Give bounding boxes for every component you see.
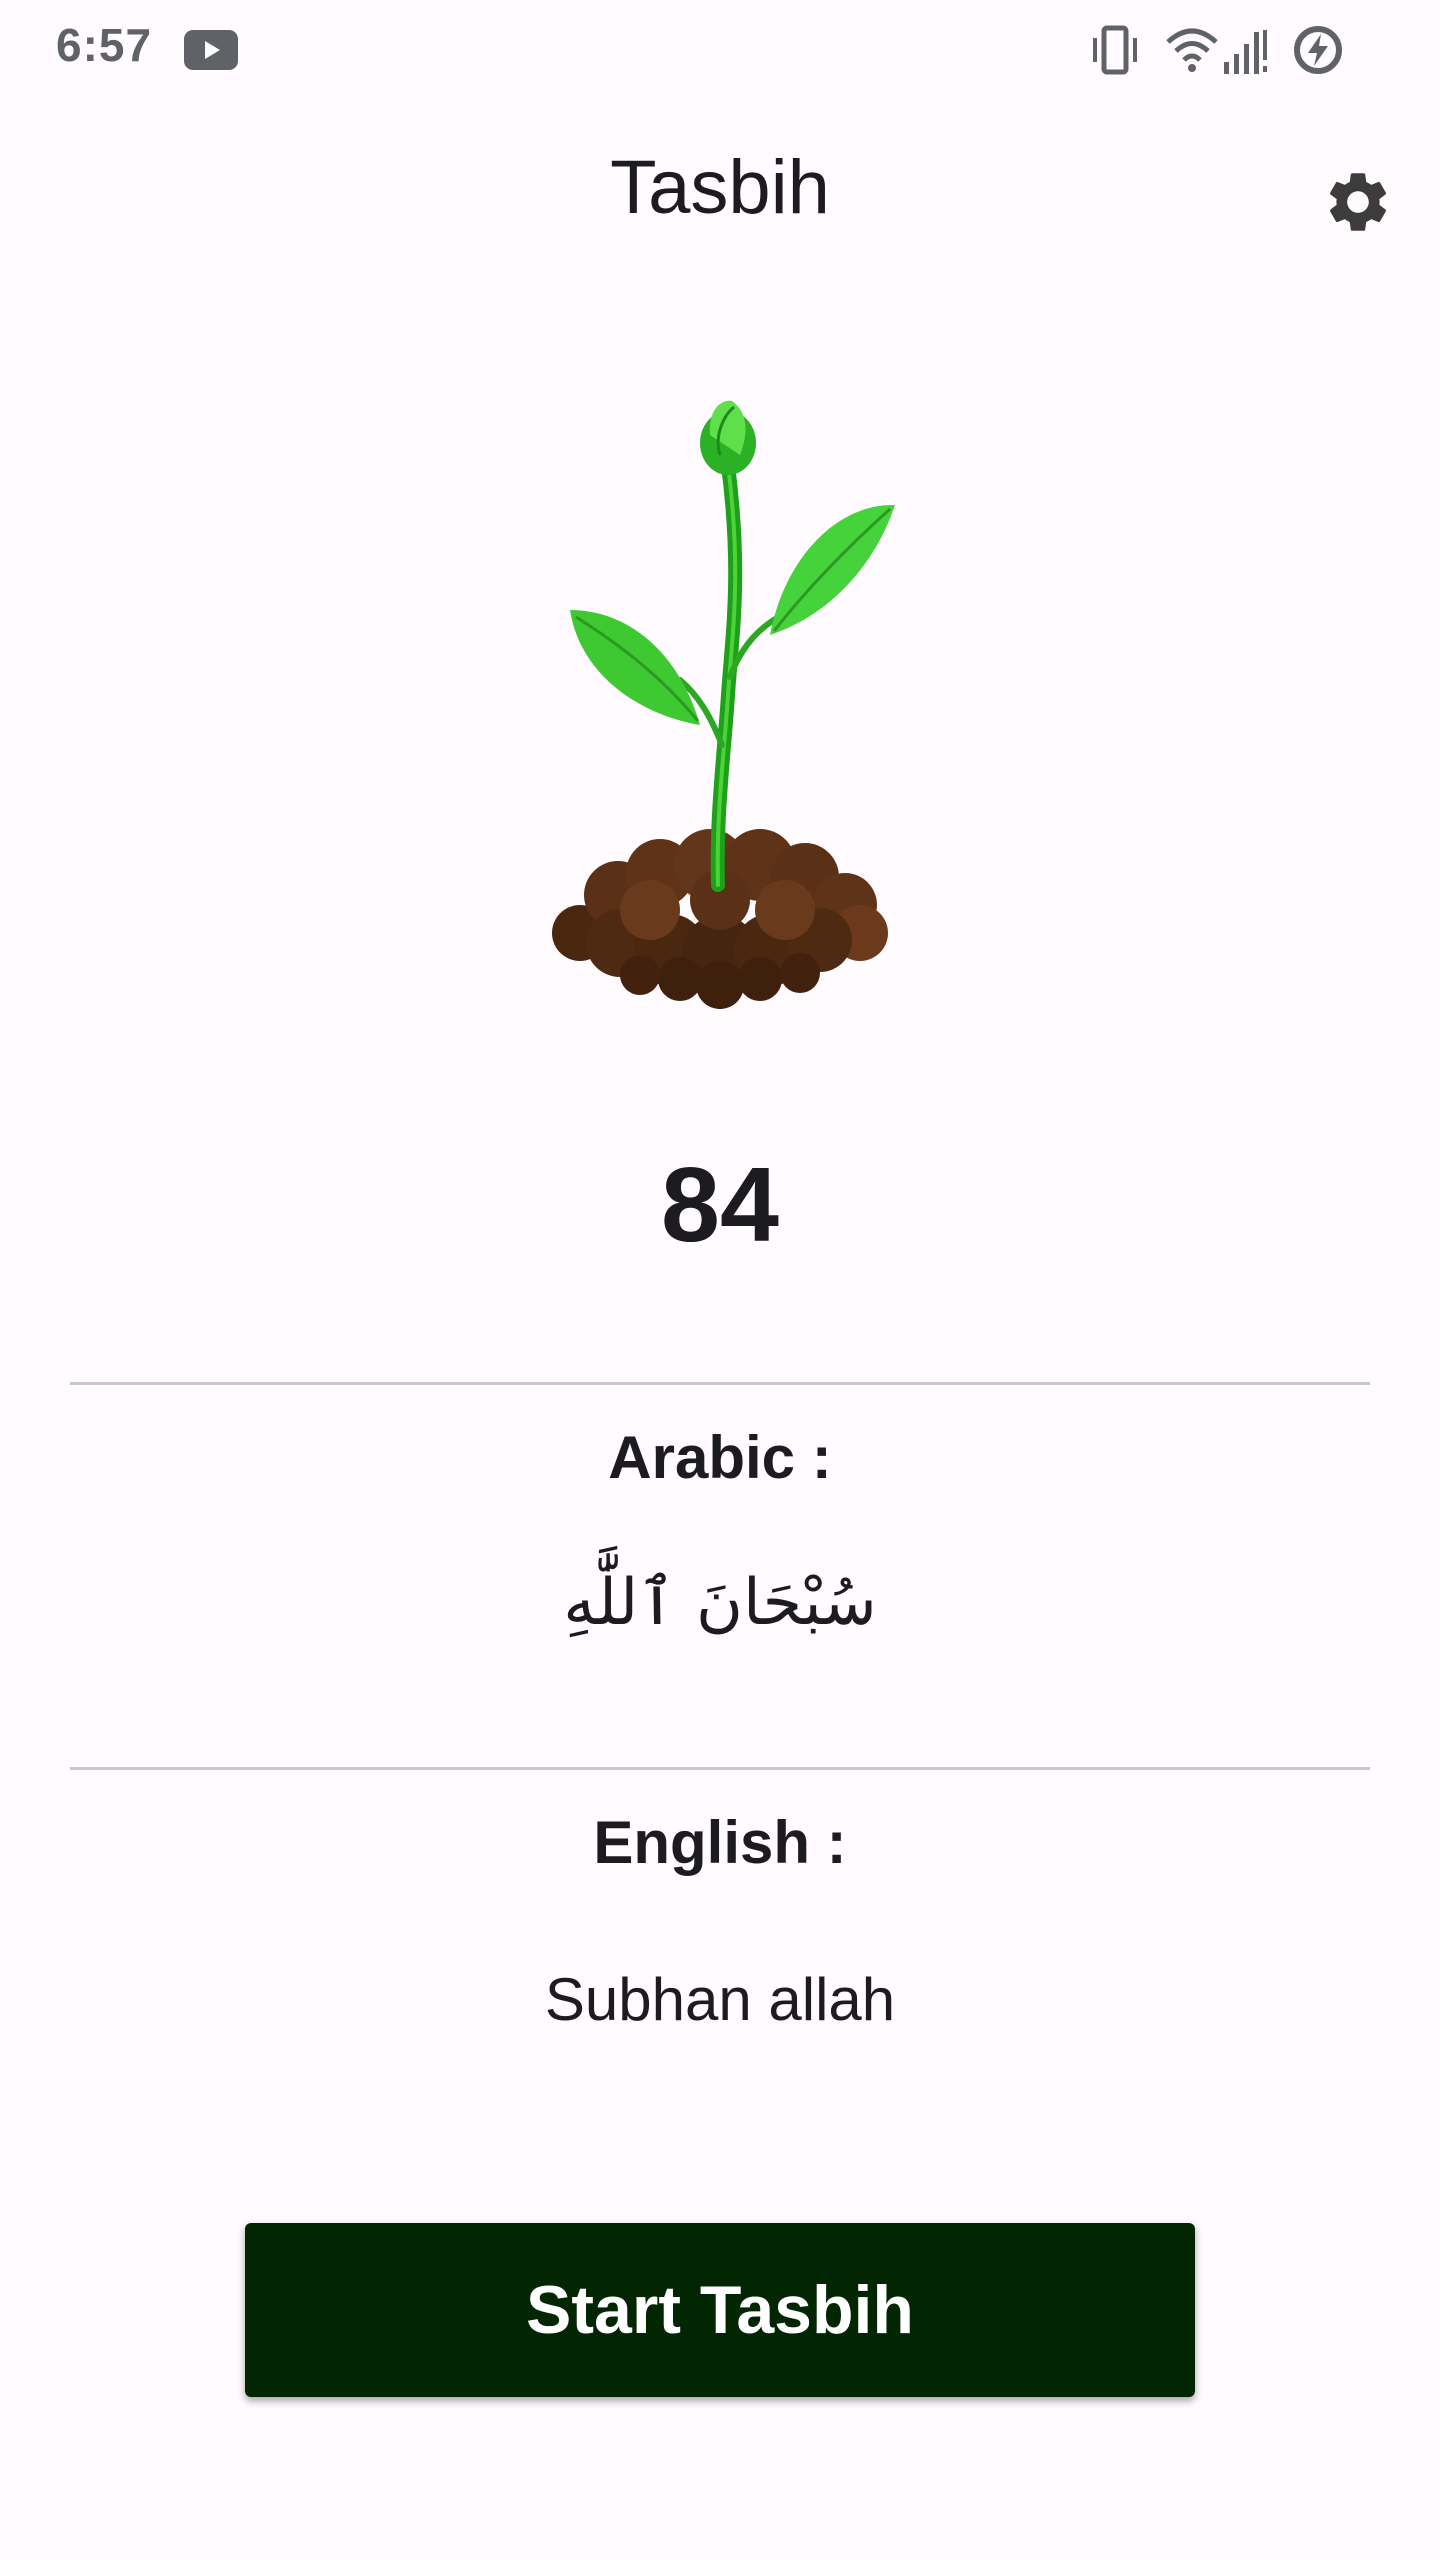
english-text: Subhan allah (544, 1966, 896, 2033)
battery-saver-icon (1294, 26, 1342, 74)
plant-illustration (552, 400, 895, 1009)
right-leaf (770, 504, 895, 635)
status-bar: 6:57 (0, 0, 1440, 100)
tasbih-count: 84 (661, 1146, 779, 1264)
youtube-icon (184, 30, 238, 70)
flower-bud (700, 400, 756, 475)
vibrate-icon (1093, 25, 1137, 75)
english-label: English : (593, 1809, 847, 1876)
page-title: Tasbih (610, 145, 830, 230)
status-time: 6:57 (56, 19, 153, 71)
divider (70, 1382, 1370, 1385)
signal-icon (1224, 30, 1267, 74)
wifi-icon (1166, 28, 1218, 72)
start-tasbih-button[interactable]: Start Tasbih (245, 2223, 1195, 2397)
arabic-text: سُبْحَانَ ٱللَّٰهِ (563, 1566, 877, 1640)
app-bar: Tasbih (0, 100, 1440, 290)
settings-button[interactable] (1310, 154, 1406, 250)
divider (70, 1767, 1370, 1770)
gear-icon (1329, 173, 1387, 231)
arabic-label: Arabic : (608, 1424, 832, 1491)
